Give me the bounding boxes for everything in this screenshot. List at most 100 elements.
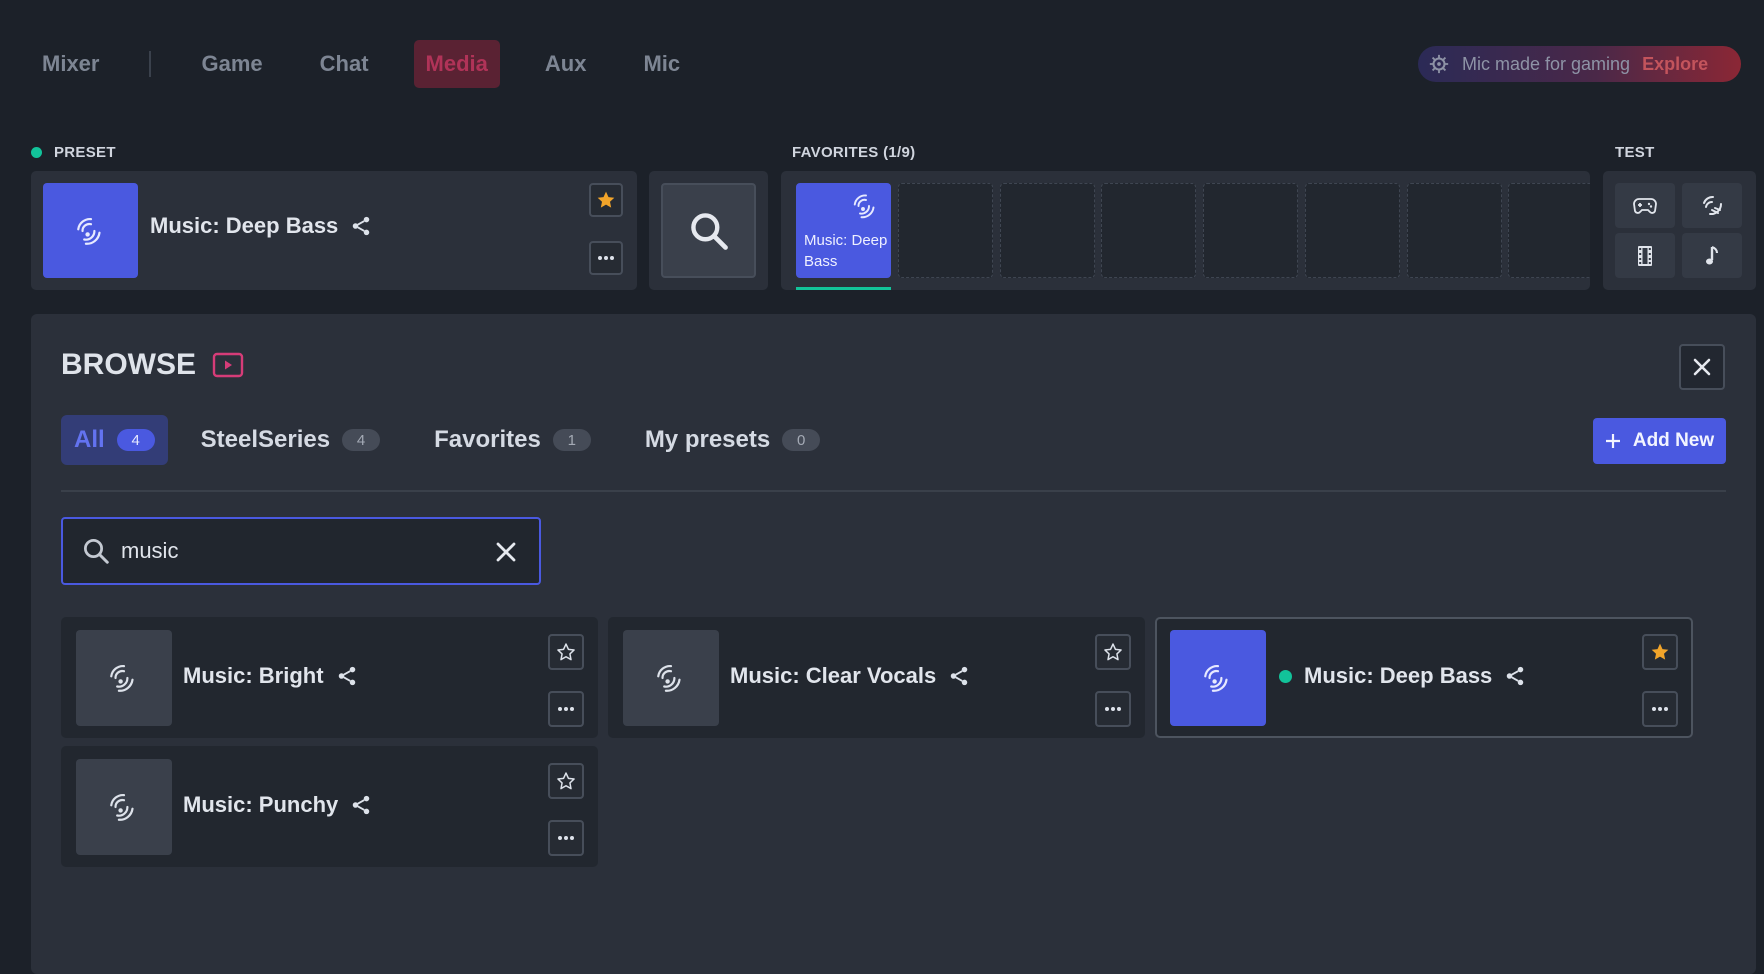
filter-tab-my-presets[interactable]: My presets 0: [632, 415, 833, 465]
tab-chat[interactable]: Chat: [308, 40, 381, 88]
favorite-button[interactable]: [1095, 634, 1131, 670]
more-dots-icon: [558, 836, 574, 840]
active-preset-dot: [1279, 669, 1292, 683]
preset-search-input[interactable]: music: [61, 517, 541, 585]
share-icon[interactable]: [350, 794, 372, 816]
favorite-slot-empty[interactable]: [1508, 183, 1590, 278]
top-nav: Mixer Game Chat Media Aux Mic: [42, 40, 725, 88]
waves-icon: [110, 664, 134, 692]
media-play-icon: [212, 352, 244, 378]
favorite-slot-empty[interactable]: [1305, 183, 1400, 278]
preset-card-music-bright[interactable]: Music: Bright: [61, 617, 598, 738]
preset-label: PRESET: [54, 144, 116, 161]
test-music-button[interactable]: [1682, 233, 1742, 278]
favorite-button[interactable]: [1642, 634, 1678, 670]
gamepad-icon: [1633, 197, 1657, 214]
close-browse-button[interactable]: [1679, 344, 1725, 390]
more-options-button[interactable]: [1095, 691, 1131, 727]
favorite-slot-1[interactable]: Music: Deep Bass: [796, 183, 891, 278]
more-options-button[interactable]: [1642, 691, 1678, 727]
clear-search-icon[interactable]: [495, 541, 517, 563]
more-options-button[interactable]: [548, 691, 584, 727]
preset-card-music-clear-vocals[interactable]: Music: Clear Vocals: [608, 617, 1145, 738]
more-options-button[interactable]: [548, 820, 584, 856]
star-filled-icon: [1651, 643, 1669, 660]
preset-card-music-punchy[interactable]: Music: Punchy: [61, 746, 598, 867]
preset-card-tile[interactable]: [76, 759, 172, 855]
browse-divider: [61, 490, 1726, 492]
current-preset-panel: Music: Deep Bass: [31, 171, 637, 290]
star-outline-icon: [557, 772, 575, 790]
tab-media[interactable]: Media: [413, 40, 500, 88]
filter-tab-label: SteelSeries: [200, 426, 331, 453]
share-icon[interactable]: [336, 665, 358, 687]
nav-divider: [149, 51, 152, 77]
close-icon: [1693, 358, 1711, 376]
search-input-value[interactable]: music: [121, 538, 178, 564]
favorite-active-indicator: [796, 287, 891, 290]
tab-game[interactable]: Game: [189, 40, 274, 88]
filter-count-badge: 1: [552, 429, 591, 451]
search-icon: [690, 212, 728, 250]
more-options-button[interactable]: [589, 241, 623, 275]
more-dots-icon: [558, 707, 574, 711]
share-icon[interactable]: [350, 215, 372, 237]
favorite-slot-empty[interactable]: [1000, 183, 1095, 278]
steelseries-logo-icon: [1429, 54, 1449, 74]
add-new-button[interactable]: Add New: [1593, 418, 1726, 464]
filter-tab-all[interactable]: All 4: [61, 415, 168, 465]
promo-text: Mic made for gaming: [1462, 53, 1631, 74]
share-icon[interactable]: [1504, 665, 1526, 687]
test-chat-button[interactable]: [1682, 183, 1742, 228]
favorite-button[interactable]: [589, 183, 623, 217]
preset-card-name: Music: Clear Vocals: [730, 663, 937, 688]
test-panel: [1603, 171, 1756, 290]
filter-count-badge: 4: [116, 429, 155, 451]
favorite-button[interactable]: [548, 763, 584, 799]
tab-aux[interactable]: Aux: [533, 40, 599, 88]
favorites-panel: Music: Deep Bass: [781, 171, 1590, 290]
preset-card-tile[interactable]: [1170, 630, 1266, 726]
filter-count-badge: 4: [342, 429, 381, 451]
waves-icon: [76, 217, 101, 245]
preset-card-tile[interactable]: [623, 630, 719, 726]
film-icon: [1638, 245, 1652, 266]
share-icon[interactable]: [948, 665, 970, 687]
star-outline-icon: [1104, 643, 1122, 661]
more-dots-icon: [1105, 707, 1121, 711]
plus-icon: [1605, 434, 1620, 448]
preset-active-dot: [31, 147, 42, 158]
favorite-slot-empty[interactable]: [1203, 183, 1298, 278]
explore-link[interactable]: Explore: [1642, 54, 1708, 75]
favorite-slot-empty[interactable]: [898, 183, 993, 278]
browse-title: BROWSE: [61, 348, 196, 381]
add-new-label: Add New: [1632, 430, 1715, 451]
tab-mic[interactable]: Mic: [631, 40, 692, 88]
filter-tab-label: All: [74, 426, 105, 453]
filter-tabs: All 4 SteelSeries 4 Favorites 1 My prese…: [61, 415, 833, 465]
star-filled-icon: [597, 191, 615, 208]
filter-tab-steelseries[interactable]: SteelSeries 4: [188, 415, 393, 465]
favorite-slot-empty[interactable]: [1101, 183, 1196, 278]
test-game-button[interactable]: [1615, 183, 1675, 228]
waves-icon: [853, 194, 875, 219]
promo-banner[interactable]: Mic made for gaming Explore: [1418, 46, 1741, 82]
tab-mixer[interactable]: Mixer: [42, 40, 111, 88]
preset-tile[interactable]: [43, 183, 138, 278]
favorite-slot-label: Music: Deep Bass: [804, 232, 888, 270]
star-outline-icon: [557, 643, 575, 661]
preset-card-name: Music: Deep Bass: [1304, 663, 1493, 688]
filter-tab-favorites[interactable]: Favorites 1: [421, 415, 604, 465]
filter-tab-label: My presets: [644, 426, 771, 453]
search-preset-panel: [649, 171, 768, 290]
filter-tab-label: Favorites: [434, 426, 541, 453]
favorite-button[interactable]: [548, 634, 584, 670]
waves-icon: [1204, 664, 1228, 692]
search-preset-button[interactable]: [661, 183, 756, 278]
music-note-icon: [1706, 245, 1719, 264]
filter-count-badge: 0: [782, 429, 821, 451]
preset-card-music-deep-bass[interactable]: Music: Deep Bass: [1155, 617, 1693, 738]
preset-card-tile[interactable]: [76, 630, 172, 726]
favorite-slot-empty[interactable]: [1407, 183, 1502, 278]
test-media-button[interactable]: [1615, 233, 1675, 278]
